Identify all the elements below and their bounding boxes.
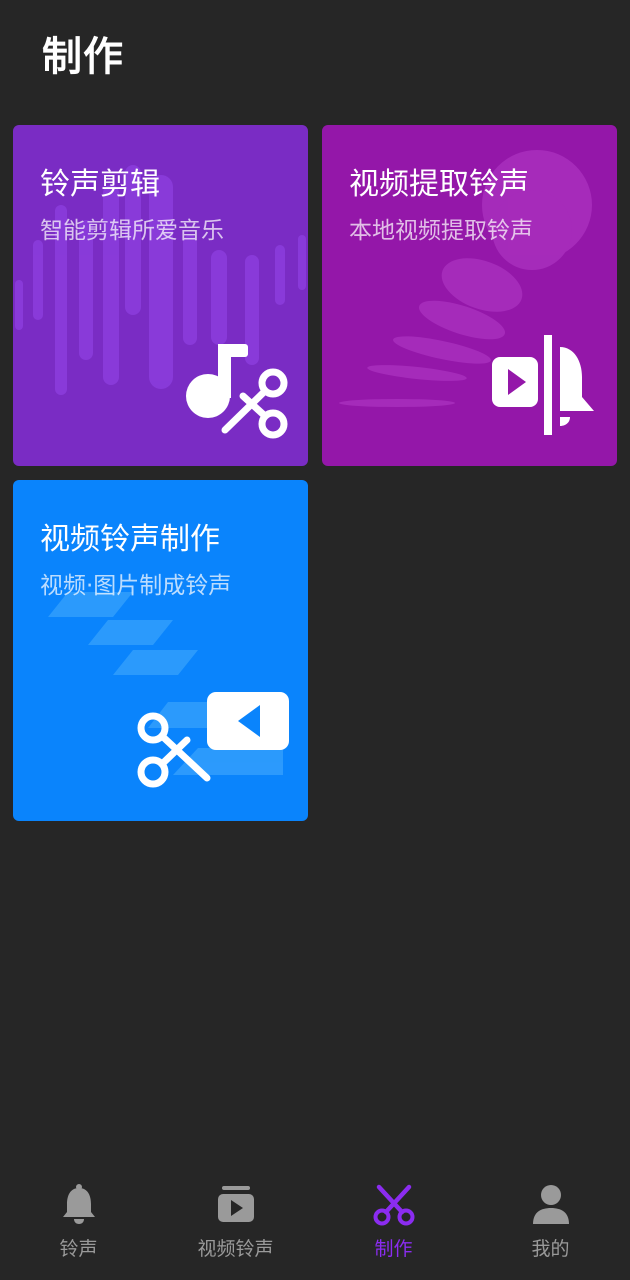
card-video-extract[interactable]: 视频提取铃声 本地视频提取铃声 [322,125,617,466]
nav-label: 视频铃声 [197,1238,274,1260]
scissors-icon [373,1184,414,1226]
card-video-ringtone-make[interactable]: 视频铃声制作 视频·图片制成铃声 [13,480,308,821]
scissors-video-icon [137,692,289,788]
card-title: 铃声剪辑 [40,167,160,202]
nav-item-make[interactable]: 制作 [315,1168,472,1280]
nav-label: 我的 [531,1238,570,1260]
nav-item-ringtone[interactable]: 铃声 [0,1168,157,1280]
nav-label: 制作 [374,1238,413,1260]
make-page: 制作 铃声剪辑 智能剪辑所爱音乐 视频提取铃声 本地视频提取铃声 视频铃声制作 … [0,0,630,1280]
video-play-icon [217,1186,254,1222]
video-bell-icon [492,335,594,435]
card-title: 视频铃声制作 [40,522,220,557]
card-title: 视频提取铃声 [349,167,529,202]
person-icon [532,1185,569,1224]
card-subtitle: 本地视频提取铃声 [349,218,533,244]
card-subtitle: 智能剪辑所爱音乐 [40,218,224,244]
nav-item-mine[interactable]: 我的 [472,1168,629,1280]
bottom-navigation: 铃声 视频铃声 制作 我的 [0,1168,630,1280]
page-title: 制作 [42,34,124,80]
bell-icon [62,1184,95,1224]
nav-item-video-ringtone[interactable]: 视频铃声 [157,1168,314,1280]
card-subtitle: 视频·图片制成铃声 [40,573,232,599]
music-scissors-icon [186,344,288,439]
card-ringtone-edit[interactable]: 铃声剪辑 智能剪辑所爱音乐 [13,125,308,466]
nav-label: 铃声 [59,1238,98,1260]
